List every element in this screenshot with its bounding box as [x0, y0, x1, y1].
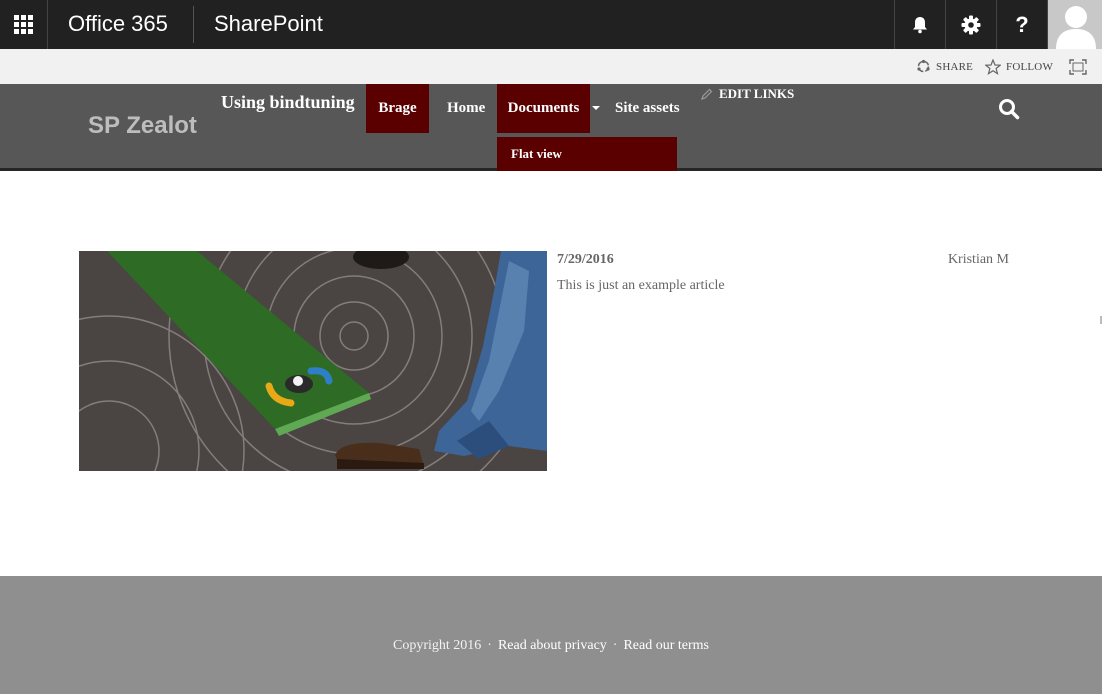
putting-mat-photo: [79, 251, 547, 471]
site-tagline: Using bindtuning: [221, 92, 355, 112]
pencil-icon: [701, 88, 713, 100]
notifications-button[interactable]: [894, 0, 945, 49]
waffle-grid-icon: [14, 15, 33, 34]
star-outline-icon: [985, 58, 1001, 75]
help-icon: ?: [1015, 11, 1029, 37]
chevron-down-icon[interactable]: [592, 106, 600, 110]
settings-button[interactable]: [945, 0, 996, 49]
gear-icon: [961, 15, 981, 34]
footer-separator: ·: [487, 638, 492, 653]
sharepoint-brand-link[interactable]: SharePoint: [214, 0, 323, 49]
article-date: 7/29/2016: [557, 252, 614, 267]
user-avatar[interactable]: [1047, 0, 1102, 49]
site-title[interactable]: SP Zealot: [88, 112, 197, 140]
share-button[interactable]: SHARE: [916, 49, 973, 84]
copyright-text: Copyright 2016: [392, 638, 482, 653]
help-button[interactable]: ?: [996, 0, 1047, 49]
page-footer: Copyright 2016 · Read about privacy · Read o…: [0, 576, 1102, 694]
person-silhouette-icon: [1056, 6, 1096, 49]
privacy-link[interactable]: Read about privacy: [498, 638, 607, 653]
documents-submenu-item-flat-view[interactable]: Flat view: [497, 137, 677, 171]
nav-item-brage[interactable]: Brage: [366, 84, 429, 133]
footer-separator: ·: [612, 638, 618, 653]
nav-item-documents[interactable]: Documents: [497, 84, 590, 133]
suite-bar: Office 365 SharePoint ?: [0, 0, 1102, 49]
page-action-bar: SHARE FOLLOW: [0, 49, 1102, 84]
search-button[interactable]: [998, 98, 1020, 125]
nav-item-home[interactable]: Home: [433, 84, 499, 133]
fullscreen-icon: [1069, 58, 1087, 75]
article-summary[interactable]: This is just an example article: [557, 278, 725, 294]
footer-links: Copyright 2016 · Read about privacy · Read o…: [0, 638, 1102, 654]
share-label: SHARE: [936, 60, 974, 73]
suite-icon-group: ?: [894, 0, 1047, 49]
terms-link[interactable]: Read our terms: [623, 638, 709, 653]
nav-item-site-assets[interactable]: Site assets: [601, 84, 694, 133]
search-icon: [999, 99, 1020, 120]
bell-icon: [913, 16, 927, 33]
share-icon: [917, 59, 930, 73]
article-image[interactable]: [79, 251, 547, 471]
edit-links-label: EDIT LINKS: [719, 86, 795, 101]
follow-label: FOLLOW: [1006, 60, 1054, 73]
brand-divider: [193, 6, 194, 43]
article-author: Kristian M: [947, 252, 1009, 267]
follow-button[interactable]: FOLLOW: [985, 49, 1053, 84]
office365-brand-link[interactable]: Office 365: [68, 0, 168, 49]
app-launcher-button[interactable]: [0, 0, 48, 49]
focus-on-content-button[interactable]: [1069, 49, 1087, 84]
edit-links-button[interactable]: EDIT LINKS: [700, 86, 794, 102]
